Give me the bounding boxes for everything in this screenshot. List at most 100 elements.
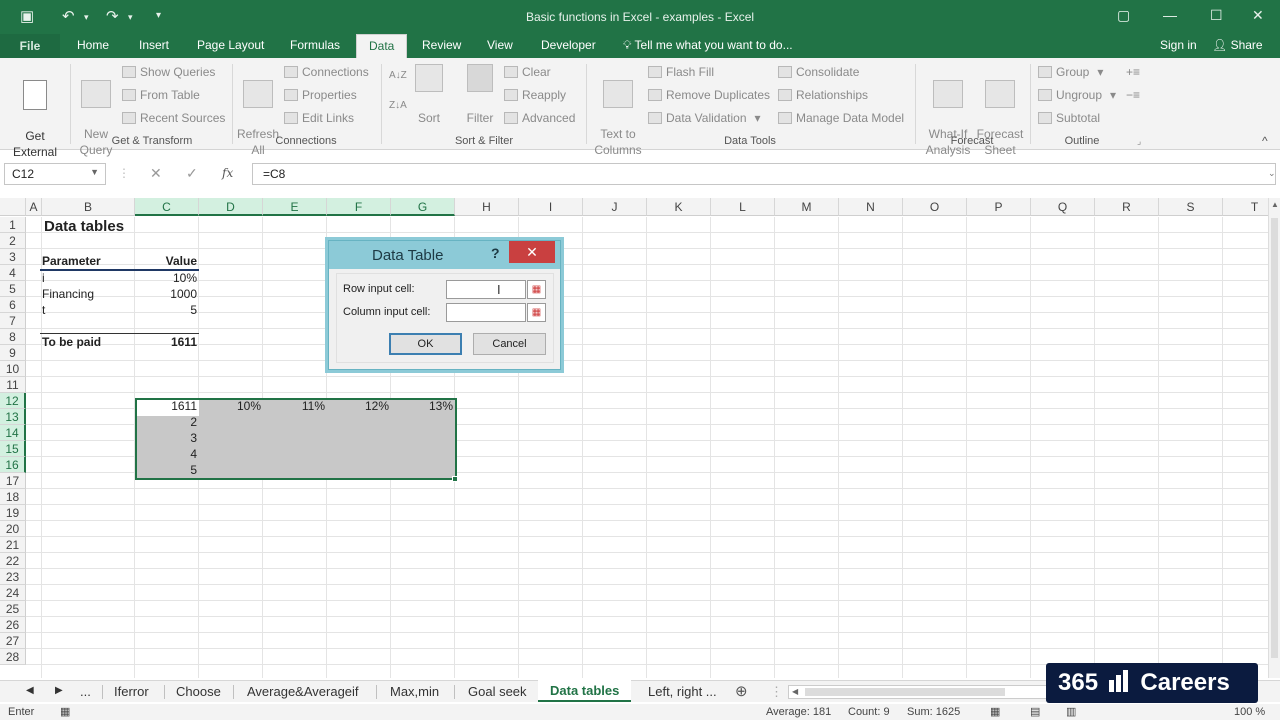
tab-view[interactable]: View (487, 38, 513, 52)
page-break-view-icon[interactable]: ▥ (1066, 705, 1076, 718)
column-header-r[interactable]: R (1095, 198, 1159, 216)
cell-b3[interactable]: Parameter (42, 253, 122, 269)
ungroup-button[interactable]: Ungroup ▾ (1038, 88, 1116, 102)
filter-button[interactable]: Filter (462, 64, 498, 126)
column-header-h[interactable]: H (455, 198, 519, 216)
row-header-16[interactable]: 16 (0, 457, 26, 473)
row-header-3[interactable]: 3 (0, 249, 26, 265)
row-header-17[interactable]: 17 (0, 473, 26, 489)
tab-review[interactable]: Review (422, 38, 461, 52)
row-header-8[interactable]: 8 (0, 329, 26, 345)
cell-c5[interactable]: 1000 (137, 286, 197, 302)
group-button[interactable]: Group ▾ (1038, 65, 1103, 79)
sheet-tab-maxmin[interactable]: Max,min (390, 684, 439, 699)
formula-input[interactable]: =C8 (252, 163, 1276, 185)
zoom-level[interactable]: 100 % (1234, 706, 1265, 718)
row-input-cell-field[interactable] (446, 280, 526, 299)
hide-detail-icon[interactable]: −≡ (1126, 88, 1140, 102)
fill-handle[interactable] (452, 476, 458, 482)
cell-g12[interactable]: 13% (392, 398, 453, 414)
insert-function-icon[interactable]: fx (222, 166, 233, 180)
row-header-11[interactable]: 11 (0, 377, 26, 393)
select-all-corner[interactable] (0, 198, 26, 216)
show-queries-button[interactable]: Show Queries (122, 65, 215, 79)
remove-duplicates-button[interactable]: Remove Duplicates (648, 88, 770, 102)
cell-c6[interactable]: 5 (137, 302, 197, 318)
row-header-23[interactable]: 23 (0, 569, 26, 585)
row-header-25[interactable]: 25 (0, 601, 26, 617)
row-header-7[interactable]: 7 (0, 313, 26, 329)
tab-data[interactable]: Data (356, 34, 408, 58)
more-tabs-button[interactable]: ... (80, 684, 91, 699)
column-header-j[interactable]: J (583, 198, 647, 216)
column-header-s[interactable]: S (1159, 198, 1223, 216)
cell-b4[interactable]: i (42, 270, 45, 286)
chevron-down-icon[interactable]: ▼ (90, 167, 99, 177)
clear-button[interactable]: Clear (504, 65, 551, 79)
cell-b5[interactable]: Financing (42, 286, 94, 302)
worksheet-grid[interactable]: ABCDEFGHIJKLMNOPQRST 1 2 3 4 5 6 7 8 9 10 11 12 13 14… (0, 198, 1268, 678)
row-header-9[interactable]: 9 (0, 345, 26, 361)
cell-b8[interactable]: To be paid (42, 334, 101, 350)
sheet-tab-iferror[interactable]: Iferror (114, 684, 149, 699)
tab-file[interactable]: File (0, 34, 60, 58)
scroll-up-icon[interactable]: ▲ (1271, 200, 1279, 209)
column-input-cell-field[interactable] (446, 303, 526, 322)
column-header-e[interactable]: E (263, 198, 327, 216)
cell-c16[interactable]: 5 (137, 462, 197, 478)
flash-fill-button[interactable]: Flash Fill (648, 65, 714, 79)
row-header-13[interactable]: 13 (0, 409, 26, 425)
advanced-button[interactable]: Advanced (504, 111, 575, 125)
cell-d12[interactable]: 10% (200, 398, 261, 414)
close-window-icon[interactable]: ✕ (1252, 7, 1264, 24)
row-header-10[interactable]: 10 (0, 361, 26, 377)
manage-data-model-button[interactable]: Manage Data Model (778, 111, 904, 125)
tab-home[interactable]: Home (77, 38, 109, 52)
row-header-20[interactable]: 20 (0, 521, 26, 537)
subtotal-button[interactable]: Subtotal (1038, 111, 1100, 125)
cancel-button[interactable]: Cancel (473, 333, 546, 355)
sort-az-icon[interactable]: A↓Z (389, 70, 407, 81)
scroll-tabs-right-icon[interactable]: ▶ (55, 685, 63, 696)
share-button[interactable]: 👤︎ Share (1212, 38, 1263, 52)
column-header-o[interactable]: O (903, 198, 967, 216)
tab-developer[interactable]: Developer (541, 38, 596, 52)
signin-link[interactable]: Sign in (1160, 38, 1197, 52)
connections-button[interactable]: Connections (284, 65, 369, 79)
help-icon[interactable]: ? (491, 245, 500, 261)
row-header-5[interactable]: 5 (0, 281, 26, 297)
normal-view-icon[interactable]: ▦ (990, 705, 1000, 718)
add-sheet-icon[interactable]: ⊕ (735, 682, 748, 700)
cell-c4[interactable]: 10% (137, 270, 197, 286)
sheet-tab-data-tables[interactable]: Data tables (538, 680, 632, 702)
cancel-entry-icon[interactable]: ✕ (150, 165, 162, 182)
column-header-m[interactable]: M (775, 198, 839, 216)
cell-e12[interactable]: 11% (264, 398, 325, 414)
sheet-tab-choose[interactable]: Choose (176, 684, 221, 699)
sort-za-icon[interactable]: Z↓A (389, 100, 407, 111)
row-header-24[interactable]: 24 (0, 585, 26, 601)
close-icon[interactable]: ✕ (509, 241, 555, 263)
row-header-18[interactable]: 18 (0, 489, 26, 505)
row-header-22[interactable]: 22 (0, 553, 26, 569)
column-header-b[interactable]: B (42, 198, 135, 216)
confirm-entry-icon[interactable]: ✓ (186, 165, 198, 182)
column-header-a[interactable]: A (26, 198, 42, 216)
row-header-12[interactable]: 12 (0, 393, 26, 409)
row-header-21[interactable]: 21 (0, 537, 26, 553)
name-box[interactable]: C12 ▼ (4, 163, 106, 185)
ok-button[interactable]: OK (389, 333, 462, 355)
cell-f12[interactable]: 12% (328, 398, 389, 414)
tell-me-box[interactable]: 💡︎ Tell me what you want to do... (623, 38, 793, 53)
recent-sources-button[interactable]: Recent Sources (122, 111, 225, 125)
cell-c14[interactable]: 3 (137, 430, 197, 446)
column-header-i[interactable]: I (519, 198, 583, 216)
row-header-2[interactable]: 2 (0, 233, 26, 249)
sort-button[interactable]: Sort (412, 64, 446, 126)
minimize-icon[interactable]: — (1163, 7, 1177, 23)
column-header-c[interactable]: C (135, 198, 199, 216)
range-picker-icon[interactable]: ▦ (527, 280, 546, 299)
row-header-6[interactable]: 6 (0, 297, 26, 313)
ribbon-display-icon[interactable]: ▢ (1117, 7, 1130, 24)
column-header-t[interactable]: T (1223, 198, 1268, 216)
